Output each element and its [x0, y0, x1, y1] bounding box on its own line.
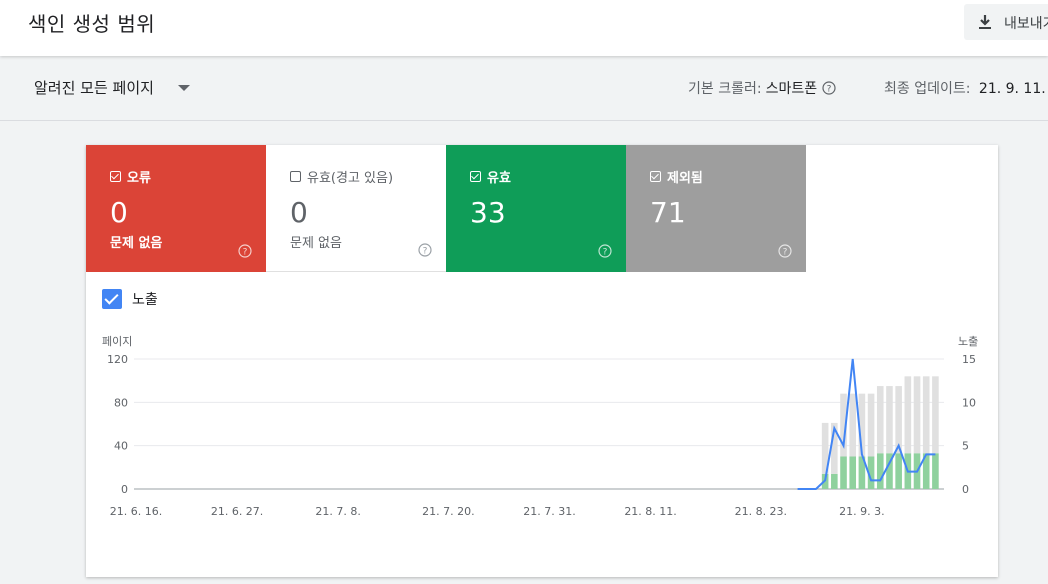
svg-text:?: ? [783, 248, 788, 258]
help-icon[interactable]: ? [598, 244, 612, 258]
y-left-axis-title: 페이지 [102, 335, 132, 348]
page-filter-dropdown[interactable]: 알려진 모든 페이지 [34, 77, 190, 98]
checkbox-icon[interactable] [290, 171, 301, 182]
svg-text:?: ? [827, 85, 832, 95]
y-left-tick-label: 80 [114, 396, 128, 409]
download-icon [979, 15, 991, 29]
bar-유효 [831, 473, 838, 489]
help-icon[interactable]: ? [238, 244, 252, 258]
bar-유효 [840, 456, 847, 489]
y-right-tick-label: 10 [962, 396, 976, 409]
help-icon[interactable]: ? [418, 243, 432, 257]
x-tick-label: 21. 7. 8. [315, 505, 360, 518]
y-left-tick-label: 0 [121, 483, 128, 496]
bar-제외됨 [849, 393, 857, 457]
tile-count: 0 [110, 196, 128, 229]
crawler-info: 기본 크롤러: 스마트폰 ? [688, 78, 836, 98]
bar-제외됨 [913, 376, 921, 454]
svg-text:?: ? [243, 248, 248, 258]
y-left-tick-label: 40 [114, 440, 128, 453]
tile-label: 오류 [127, 171, 151, 186]
tile-label: 제외됨 [667, 171, 703, 186]
tile-label: 유효 [487, 171, 511, 186]
coverage-card: 오류 0 문제 없음 ? 유효(경고 있음) 0 문제 없음 ? 유효 33 ?… [86, 145, 998, 577]
impressions-label: 노출 [132, 292, 158, 308]
x-tick-label: 21. 8. 23. [735, 505, 787, 518]
export-button[interactable]: 내보내기 [964, 4, 1048, 40]
x-tick-label: 21. 7. 20. [422, 505, 474, 518]
help-icon[interactable]: ? [822, 81, 836, 95]
last-updated: 최종 업데이트: 21. 9. 11. [884, 78, 1046, 98]
svg-text:?: ? [423, 247, 428, 257]
y-right-tick-label: 0 [962, 483, 969, 496]
bar-제외됨 [876, 386, 884, 454]
crawler-label: 기본 크롤러: [688, 81, 762, 97]
tile-sub: 문제 없음 [290, 236, 342, 251]
impressions-toggle[interactable]: 노출 [102, 289, 158, 309]
bar-제외됨 [904, 376, 912, 454]
x-tick-label: 21. 6. 16. [110, 505, 162, 518]
bar-유효 [849, 456, 857, 489]
checkbox-icon[interactable] [102, 289, 122, 309]
page-title: 색인 생성 범위 [28, 12, 156, 36]
help-icon[interactable]: ? [778, 244, 792, 258]
filter-bar: 알려진 모든 페이지 기본 크롤러: 스마트폰 ? 최종 업데이트: 21. 9… [0, 57, 1048, 121]
svg-text:?: ? [603, 248, 608, 258]
tile-valid[interactable]: 유효 33 ? [446, 145, 626, 272]
crawler-value: 스마트폰 [765, 81, 818, 97]
tile-excluded[interactable]: 제외됨 71 ? [626, 145, 806, 272]
bar-제외됨 [867, 393, 875, 457]
bar-유효 [895, 453, 902, 489]
x-tick-label: 21. 8. 11. [624, 505, 676, 518]
bar-제외됨 [895, 386, 902, 454]
updated-value: 21. 9. 11. [978, 81, 1046, 97]
bar-제외됨 [932, 376, 939, 454]
tile-count: 0 [290, 196, 308, 229]
x-tick-label: 21. 9. 3. [839, 505, 884, 518]
bar-유효 [932, 453, 939, 489]
tile-label: 유효(경고 있음) [307, 171, 394, 186]
y-right-tick-label: 5 [962, 440, 969, 453]
y-left-tick-label: 120 [107, 353, 128, 366]
dropdown-caret-icon [177, 84, 190, 91]
x-tick-label: 21. 6. 27. [211, 505, 263, 518]
tile-sub: 문제 없음 [110, 236, 163, 251]
page-filter-value: 알려진 모든 페이지 [34, 79, 154, 97]
tile-count: 71 [650, 196, 686, 229]
y-right-tick-label: 15 [962, 353, 976, 366]
checkbox-icon[interactable] [110, 171, 121, 182]
top-bar: 색인 생성 범위 내보내기 [0, 0, 1048, 56]
y-right-axis-title: 노출 [958, 335, 978, 348]
tile-valid-warning[interactable]: 유효(경고 있음) 0 문제 없음 ? [266, 145, 446, 272]
bar-유효 [876, 453, 884, 489]
export-label: 내보내기 [1004, 16, 1048, 32]
checkbox-icon[interactable] [470, 171, 481, 182]
coverage-chart: 페이지 노출 0 40 80 120 0 5 10 15 21. 6. 16. 21. 6. 27. 2… [102, 335, 978, 518]
bar-제외됨 [922, 376, 930, 454]
x-tick-label: 21. 7. 31. [523, 505, 575, 518]
tile-error[interactable]: 오류 0 문제 없음 ? [86, 145, 266, 272]
bar-제외됨 [886, 386, 893, 454]
tile-count: 33 [470, 196, 506, 229]
checkbox-icon[interactable] [650, 171, 661, 182]
updated-label: 최종 업데이트: [884, 81, 971, 97]
